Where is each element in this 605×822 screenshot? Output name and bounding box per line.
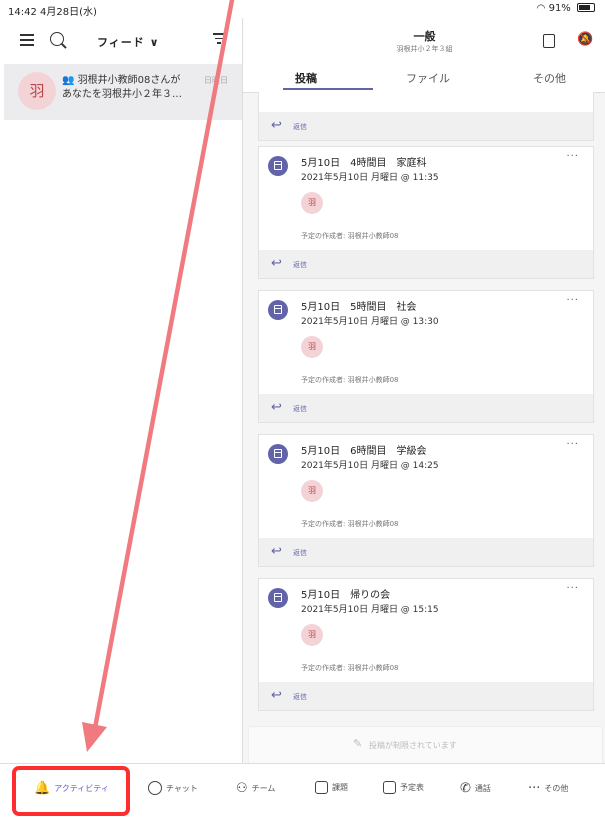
nav-teams[interactable]: ⚇ チーム xyxy=(236,781,275,803)
feed-item-text: 👥 羽根井小教師08さんが あなたを羽根井小２年３… xyxy=(62,74,212,102)
reply-label: 返信 xyxy=(293,693,307,701)
people-icon: 👥 xyxy=(62,75,75,86)
battery-icon xyxy=(577,3,595,12)
post-card[interactable]: 5月10日 6時間目 学級会 2021年5月10日 月曜日 @ 14:25 ··… xyxy=(258,434,594,540)
post-datetime: 2021年5月10日 月曜日 @ 13:30 xyxy=(301,317,439,327)
post-creator: 予定の作成者: 羽根井小教師08 xyxy=(301,232,399,240)
avatar: 羽 xyxy=(301,336,323,358)
more-options-icon[interactable]: ··· xyxy=(566,439,579,450)
highlight-box xyxy=(12,766,130,816)
nav-chat-label: チャット xyxy=(166,783,198,793)
menu-icon[interactable] xyxy=(20,34,34,46)
post-datetime: 2021年5月10日 月曜日 @ 15:15 xyxy=(301,605,439,615)
tab-more[interactable]: その他 xyxy=(533,70,566,86)
post-card[interactable]: 5月10日 4時間目 家庭科 2021年5月10日 月曜日 @ 11:35 ··… xyxy=(258,146,594,252)
reply-icon: ↩ xyxy=(271,688,282,703)
post-datetime: 2021年5月10日 月曜日 @ 14:25 xyxy=(301,461,439,471)
status-time: 14:42 4月28日(水) xyxy=(8,7,97,18)
feed-item-date: 日曜日 xyxy=(204,76,228,85)
battery-level: 91% xyxy=(548,3,571,14)
notification-off-icon[interactable]: 🔕 xyxy=(577,32,593,47)
reply-icon: ↩ xyxy=(271,400,282,415)
calendar-event-icon xyxy=(268,444,288,464)
nav-assignments[interactable]: 課題 xyxy=(315,781,348,803)
feed-filter-dropdown[interactable]: フィード ∨ xyxy=(97,34,160,50)
nav-calls[interactable]: ✆ 通話 xyxy=(460,781,491,803)
reply-label: 返信 xyxy=(293,261,307,269)
avatar: 羽 xyxy=(301,624,323,646)
avatar: 羽 xyxy=(301,192,323,214)
filter-icon[interactable] xyxy=(213,33,225,45)
tab-files[interactable]: ファイル xyxy=(406,70,450,86)
reply-icon: ↩ xyxy=(271,118,282,133)
more-options-icon[interactable]: ··· xyxy=(566,583,579,594)
chat-icon xyxy=(148,781,162,795)
nav-calls-label: 通話 xyxy=(474,784,491,793)
nav-calendar-label: 予定表 xyxy=(400,783,424,792)
avatar: 羽 xyxy=(18,72,56,110)
post-title: 5月10日 6時間目 学級会 xyxy=(301,446,427,457)
calendar-event-icon xyxy=(268,300,288,320)
feed-item-line2: あなたを羽根井小２年３… xyxy=(62,89,182,100)
reply-button[interactable]: ↩ 返信 xyxy=(258,112,594,141)
post-title: 5月10日 4時間目 家庭科 xyxy=(301,158,427,169)
feed-header: フィード ∨ xyxy=(0,18,242,64)
compose-box-disabled: ✎ 投稿が制限されています xyxy=(248,726,603,766)
phone-icon: ✆ xyxy=(460,781,471,796)
status-bar: 14:42 4月28日(水) ◠ 91% xyxy=(0,0,605,18)
calendar-event-icon xyxy=(268,588,288,608)
feed-item[interactable]: 羽 👥 羽根井小教師08さんが あなたを羽根井小２年３… 日曜日 xyxy=(4,64,242,120)
reply-button[interactable]: ↩ 返信 xyxy=(258,250,594,279)
edit-icon: ✎ xyxy=(353,737,363,750)
calendar-event-icon xyxy=(268,156,288,176)
post-creator: 予定の作成者: 羽根井小教師08 xyxy=(301,520,399,528)
post-creator: 予定の作成者: 羽根井小教師08 xyxy=(301,664,399,672)
feed-item-line1: 羽根井小教師08さんが xyxy=(77,75,181,86)
nav-more-label: その他 xyxy=(544,784,569,793)
wifi-icon: ◠ xyxy=(536,3,546,14)
reply-icon: ↩ xyxy=(271,544,282,559)
more-icon: ··· xyxy=(528,781,541,796)
calendar-icon xyxy=(383,781,396,794)
nav-more[interactable]: ··· その他 xyxy=(528,781,568,803)
compose-restricted-text: 投稿が制限されています xyxy=(369,741,457,750)
more-options-icon[interactable]: ··· xyxy=(566,295,579,306)
reply-label: 返信 xyxy=(293,549,307,557)
search-icon[interactable] xyxy=(50,32,64,46)
channel-tabs: 投稿 ファイル その他 xyxy=(243,64,605,93)
avatar: 羽 xyxy=(301,480,323,502)
assignments-icon xyxy=(315,781,328,794)
reply-button[interactable]: ↩ 返信 xyxy=(258,394,594,423)
post-datetime: 2021年5月10日 月曜日 @ 11:35 xyxy=(301,173,439,183)
reply-label: 返信 xyxy=(293,123,307,131)
active-tab-indicator xyxy=(283,88,373,90)
reply-icon: ↩ xyxy=(271,256,282,271)
activity-pane: フィード ∨ 羽 👥 羽根井小教師08さんが あなたを羽根井小２年３… 日曜日 xyxy=(0,18,242,763)
more-options-icon[interactable]: ··· xyxy=(566,151,579,162)
nav-assignments-label: 課題 xyxy=(332,783,348,792)
nav-teams-label: チーム xyxy=(251,784,276,793)
post-card[interactable]: 5月10日 5時間目 社会 2021年5月10日 月曜日 @ 13:30 ···… xyxy=(258,290,594,396)
meet-icon[interactable] xyxy=(543,34,555,48)
tab-posts[interactable]: 投稿 xyxy=(295,70,317,86)
reply-label: 返信 xyxy=(293,405,307,413)
post-title: 5月10日 帰りの会 xyxy=(301,590,391,601)
channel-pane: 一般 羽根井小２年３組 🔕 投稿 ファイル その他 ↩ 返信 5月10日 4時間… xyxy=(242,18,605,766)
nav-chat[interactable]: チャット xyxy=(148,781,198,803)
post-creator: 予定の作成者: 羽根井小教師08 xyxy=(301,376,399,384)
partial-post xyxy=(258,92,594,113)
nav-calendar[interactable]: 予定表 xyxy=(383,781,424,803)
channel-header: 一般 羽根井小２年３組 🔕 xyxy=(243,18,605,64)
post-card[interactable]: 5月10日 帰りの会 2021年5月10日 月曜日 @ 15:15 ··· 羽 … xyxy=(258,578,594,684)
posts-list: ↩ 返信 5月10日 4時間目 家庭科 2021年5月10日 月曜日 @ 11:… xyxy=(243,92,605,732)
reply-button[interactable]: ↩ 返信 xyxy=(258,682,594,711)
post-title: 5月10日 5時間目 社会 xyxy=(301,302,417,313)
reply-button[interactable]: ↩ 返信 xyxy=(258,538,594,567)
status-right: ◠ 91% xyxy=(537,3,595,14)
teams-icon: ⚇ xyxy=(236,781,248,796)
